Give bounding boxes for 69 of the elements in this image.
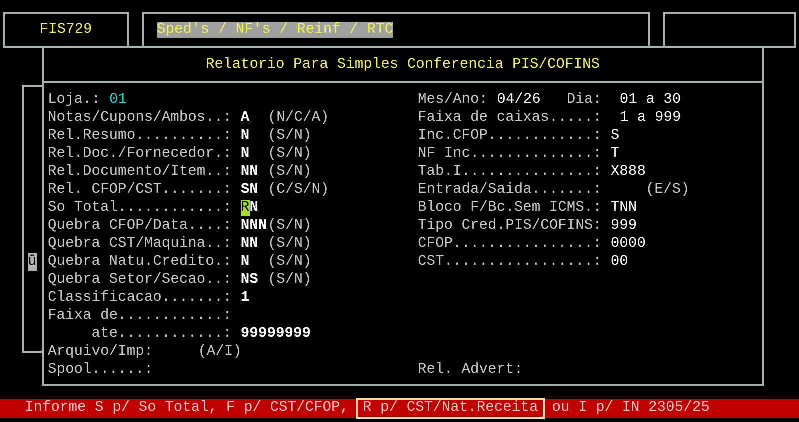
field-label: Tipo Cred.PIS/COFINS: xyxy=(418,217,602,235)
field-label: Quebra CFOP/Data....: xyxy=(48,217,232,235)
field-value: 01 a 30 xyxy=(620,91,682,109)
field-label: Notas/Cupons/Ambos..: xyxy=(48,109,232,127)
field-label: So Total............: xyxy=(48,199,232,217)
field-value[interactable]: N xyxy=(240,145,268,163)
field-value: X888 xyxy=(610,163,646,181)
field-value[interactable]: A xyxy=(240,109,268,127)
input-hint: (C/S/N) xyxy=(268,181,330,199)
field-label: Bloco F/Bc.Sem ICMS.: xyxy=(418,199,602,217)
field-label: Spool......: xyxy=(48,361,154,379)
field-label: Mes/Ano: xyxy=(418,91,488,109)
field-value[interactable]: SN xyxy=(240,181,268,199)
status-message: ou I p/ IN 2305/25 xyxy=(551,399,711,418)
field-value: 04/26 xyxy=(497,91,541,109)
field-label: Quebra Natu.Credito.: xyxy=(48,253,232,271)
input-hint: (N/C/A) xyxy=(268,109,330,127)
field-value: T xyxy=(610,145,620,163)
field-value[interactable]: NS xyxy=(240,271,268,289)
input-hint: (A/I) xyxy=(198,343,242,361)
input-hint: (E/S) xyxy=(646,181,690,199)
field-value[interactable]: RN xyxy=(240,199,268,217)
field-value[interactable]: N xyxy=(240,253,268,271)
field-label: Loja.: xyxy=(48,91,101,109)
field-value: 01 xyxy=(110,91,128,109)
field-label: Classificacao.......: xyxy=(48,289,232,307)
input-hint: (S/N) xyxy=(268,127,312,145)
field-label: Dia: xyxy=(566,91,602,109)
field-label: Arquivo/Imp: xyxy=(48,343,154,361)
field-value: S xyxy=(610,127,620,145)
field-value[interactable]: N xyxy=(240,127,268,145)
field-value[interactable]: NN xyxy=(240,163,268,181)
input-hint: (S/N) xyxy=(268,235,312,253)
field-label: NF Inc..............: xyxy=(418,145,602,163)
field-label: ate............: xyxy=(90,325,232,343)
field-label: Quebra Setor/Secao..: xyxy=(48,271,232,289)
field-value[interactable]: 1 xyxy=(240,289,268,307)
field-value: 0000 xyxy=(610,235,646,253)
field-value[interactable]: NNN xyxy=(240,217,268,235)
field-value: 00 xyxy=(610,253,628,271)
field-value: 1 a 999 xyxy=(620,109,682,127)
dialog-title: Relatorio Para Simples Conferencia PIS/COFINS xyxy=(206,56,600,74)
input-hint: (S/N) xyxy=(268,145,312,163)
field-label: Rel. Advert: xyxy=(418,361,524,379)
field-label: Rel. CFOP/CST.......: xyxy=(48,181,232,199)
input-hint: (S/N) xyxy=(268,163,312,181)
program-code: FIS729 xyxy=(40,21,92,40)
status-message: Informe S p/ So Total, F p/ CST/CFOP, xyxy=(24,399,350,418)
field-value: TNN xyxy=(610,199,638,217)
field-label: Inc.CFOP............: xyxy=(418,127,602,145)
menu-path: Sped's / NF's / Reinf / RTC xyxy=(157,22,394,38)
field-value: 999 xyxy=(610,217,638,235)
field-label: Entrada/Saida.......: xyxy=(418,181,602,199)
input-hint: (S/N) xyxy=(268,253,312,271)
field-label: Faixa de caixas.....: xyxy=(418,109,602,127)
scroll-marker[interactable]: û xyxy=(28,253,37,271)
field-label: CFOP................: xyxy=(418,235,602,253)
status-message: R p/ CST/Nat.Receita xyxy=(356,398,546,419)
field-label: Quebra CST/Maquina..: xyxy=(48,235,232,253)
field-label: Rel.Resumo..........: xyxy=(48,127,232,145)
input-hint: (S/N) xyxy=(268,271,312,289)
field-label: Tab.I...............: xyxy=(418,163,602,181)
field-value[interactable]: 99999999 xyxy=(240,325,311,343)
field-label: Rel.Doc./Fornecedor.: xyxy=(48,145,232,163)
field-value[interactable]: NN xyxy=(240,235,268,253)
field-label: CST.................: xyxy=(418,253,602,271)
input-hint: (S/N) xyxy=(268,217,312,235)
field-label: Faixa de............: xyxy=(48,307,232,325)
field-label: Rel.Documento/Item..: xyxy=(48,163,232,181)
